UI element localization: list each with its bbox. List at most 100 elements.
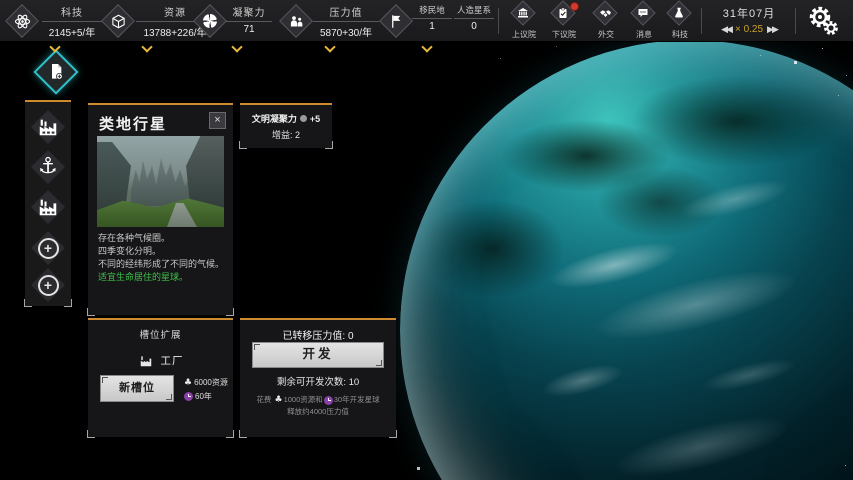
resource-colonies[interactable]: 移民地 1 人造星系 0 [382,0,494,42]
document-plus-icon [42,58,70,86]
develop-cost-time: 30年 [334,395,350,404]
plus-icon: + [38,275,59,296]
handshake-icon [592,0,617,25]
close-button[interactable]: × [209,112,226,129]
time-icon [184,392,193,401]
date-speed-block: 31年07月 ◀◀ × 0.25 ▶▶ [706,0,792,42]
resource-cohesion-label: 凝聚力 [226,4,272,19]
cube-icon [101,4,135,38]
remaining-develop-value: 10 [349,377,360,388]
flag-icon [379,4,413,38]
chevron-down-icon[interactable] [141,41,152,52]
cohesion-bonus-value: +5 [310,114,320,124]
remaining-develop-label: 剩余可开发次数: [277,377,346,388]
resource-mini-icon: ♣ [184,378,192,388]
slot-empty-1[interactable]: + [29,229,67,267]
slot-cost-resource: 6000资源 [194,377,228,388]
resource-tech-value: 2145+5/年 [42,24,102,39]
resource-pressure[interactable]: 压力值 5870+30/年 [282,0,382,42]
speed-value: × 0.25 [735,24,763,35]
resource-cohesion[interactable]: 凝聚力 71 [196,0,276,42]
chevron-down-icon[interactable] [324,41,335,52]
top-resource-bar: 科技 2145+5/年 资源 13788+226/年 凝聚力 71 [0,0,853,42]
develop-cost-tail: 开发星球 [350,395,380,404]
building-slot-bar: ⚓ + + [25,100,71,306]
develop-button[interactable]: 开发 [252,342,384,368]
slot-cost: ♣ 6000资源 60年 [184,377,228,405]
menu-diplomacy[interactable]: 外交 [586,0,626,42]
chevron-down-icon[interactable] [49,41,60,52]
population-icon [279,4,313,38]
time-icon [324,396,333,405]
cohesion-bonus-title: 文明凝聚力 [252,112,297,125]
planet-card-title: 类地行星 [99,113,167,134]
transferred-pressure-value: 0 [348,331,354,342]
menu-lower-house[interactable]: 下议院 [544,0,584,42]
menu-upper-house-label: 上议院 [504,29,544,40]
menu-lower-house-label: 下议院 [544,29,584,40]
artificial-galaxy-label: 人造星系 [454,4,494,16]
factory-icon [36,196,60,218]
menu-tech[interactable]: 科技 [660,0,700,42]
slot-factory-1[interactable] [29,108,67,146]
resource-tech[interactable]: 科技 2145+5/年 [8,0,104,42]
planet-surface-image [97,136,224,227]
develop-cost-resource: 1000资源 [284,395,316,404]
planet-info-card: 类地行星 × 存在各种气候圈。 四季变化分明。 不同的经纬形成了不同的气候。 适… [88,103,233,315]
cohesion-bonus-line2: 增益: 2 [240,128,332,141]
menu-messages-label: 消息 [624,29,664,40]
description-line: 不同的经纬形成了不同的气候。 [98,258,226,271]
menu-diplomacy-label: 外交 [586,29,626,40]
develop-card: 已转移压力值: 0 开发 剩余可开发次数: 10 花费 ♣1000资源和30年开… [240,318,396,437]
info-icon[interactable] [300,115,307,122]
resource-pressure-value: 5870+30/年 [313,24,379,39]
flask-icon [666,0,691,25]
cohesion-icon [193,4,227,38]
chevron-down-icon[interactable] [421,41,432,52]
building-name: 工厂 [161,353,184,368]
divider [701,8,702,34]
settings-button[interactable] [804,2,848,40]
develop-cost-text: 花费 ♣1000资源和30年开发星球 释放约4000压力值 [240,394,396,417]
resource-pressure-label: 压力值 [313,4,379,19]
slot-factory-2[interactable] [29,188,67,226]
game-date: 31年07月 [706,5,792,21]
game-screen: 科技 2145+5/年 资源 13788+226/年 凝聚力 71 [0,0,853,480]
new-building-notification[interactable] [33,49,78,94]
colony-label: 移民地 [412,4,452,16]
develop-cost-line2: 释放约4000压力值 [240,406,396,417]
factory-icon [138,354,154,368]
transferred-pressure-label: 已转移压力值: [282,331,345,342]
chevron-down-icon[interactable] [231,41,242,52]
planet-description: 存在各种气候圈。 四季变化分明。 不同的经纬形成了不同的气候。 适宜生命居住的星… [98,232,226,284]
divider [498,8,499,34]
bank-icon [510,0,535,25]
description-highlight: 适宜生命居住的星球。 [98,271,226,284]
artificial-galaxy-value: 0 [454,21,494,32]
slot-cost-time: 60年 [195,391,212,402]
resource-tech-label: 科技 [42,4,102,19]
resource-cohesion-value: 71 [226,24,272,35]
menu-messages[interactable]: 消息 [624,0,664,42]
gear-icon [804,2,842,38]
close-icon: × [214,114,220,126]
speed-up-button[interactable]: ▶▶ [767,24,777,35]
planet-view[interactable] [400,40,853,480]
slot-harbor[interactable]: ⚓ [29,148,67,186]
divider [795,8,796,34]
slot-expansion-title: 槽位扩展 [88,327,233,341]
slot-empty-2[interactable]: + [29,266,67,304]
speed-down-button[interactable]: ◀◀ [721,24,731,35]
atom-icon [5,4,39,38]
factory-icon [36,116,60,138]
message-icon [630,0,655,25]
planet-atmosphere-glow [400,40,853,480]
menu-upper-house[interactable]: 上议院 [504,0,544,42]
description-line: 存在各种气候圈。 [98,232,226,245]
menu-tech-label: 科技 [660,29,700,40]
plus-icon: + [38,238,59,259]
resource-mini-icon: ♣ [274,395,282,406]
new-slot-button[interactable]: 新槽位 [100,375,174,402]
notification-badge [570,2,579,11]
description-line: 四季变化分明。 [98,245,226,258]
